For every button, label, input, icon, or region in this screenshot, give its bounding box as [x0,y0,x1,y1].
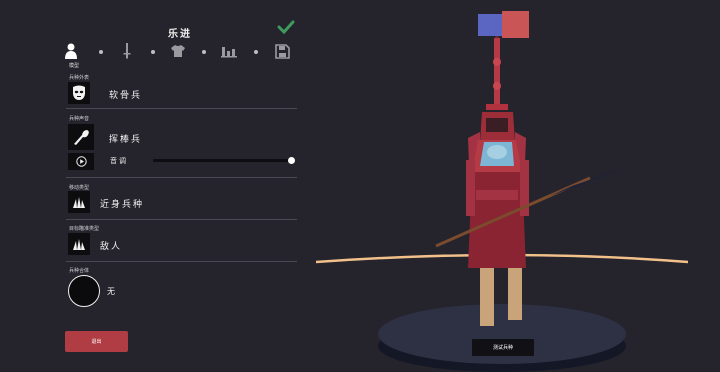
step-model[interactable] [62,42,80,60]
confirm-check-icon[interactable] [277,20,295,34]
target-enemy-icon [73,239,85,250]
step-clothing[interactable] [169,42,187,60]
team-blue-swatch[interactable] [478,14,502,36]
unit-editor-panel: 乐进 模型 兵种外表 软骨兵 兵种声音 挥棒兵 音调 移动类型 近身兵种 目标瞄… [0,0,310,372]
mount-selector[interactable] [68,275,100,307]
sword-icon [123,43,131,59]
divider [66,261,297,262]
mount-value: 无 [107,287,117,296]
step-separator-dot [202,50,206,54]
play-voice-button[interactable] [68,153,94,170]
mask-face-icon [73,85,85,100]
club-weapon-icon [74,130,89,145]
step-weapons[interactable] [118,42,136,60]
step-separator-dot [99,50,103,54]
stats-icon [221,47,237,58]
voice-section-label: 兵种声音 [69,116,90,122]
test-unit-button[interactable]: 测试兵种 [472,339,534,356]
step-stats[interactable] [220,42,238,60]
voice-selector[interactable] [68,124,94,150]
divider [66,177,297,178]
unit-model [466,28,529,326]
unit-name-title[interactable]: 乐进 [150,25,210,40]
pitch-slider[interactable] [153,159,292,162]
divider [66,219,297,220]
editor-step-nav [62,42,302,70]
unit-preview-scene[interactable] [310,0,720,372]
save-icon [274,43,290,59]
appearance-section-label: 兵种外表 [69,75,90,81]
step-separator-dot [254,50,258,54]
target-value: 敌人 [100,242,123,252]
shirt-icon [171,45,185,57]
target-selector[interactable] [68,233,90,255]
voice-value: 挥棒兵 [109,135,143,145]
step-model-label: 模型 [69,63,80,69]
mount-section-label: 兵种合体 [69,268,90,274]
pitch-slider-handle[interactable] [288,157,295,164]
appearance-value: 软骨兵 [109,91,143,101]
target-section-label: 目标瞄准类型 [69,226,100,232]
movement-selector[interactable] [68,191,90,213]
movement-section-label: 移动类型 [69,185,90,191]
exit-button[interactable]: 退出 [65,331,128,352]
charge-icon [73,197,85,208]
appearance-selector[interactable] [68,82,90,104]
divider [66,108,297,109]
movement-value: 近身兵种 [100,200,145,210]
step-save[interactable] [273,42,291,60]
person-icon [65,43,77,59]
pitch-label: 音调 [110,157,128,165]
play-icon [75,156,87,167]
team-red-swatch[interactable] [502,11,529,38]
spear-head [550,166,630,196]
step-separator-dot [151,50,155,54]
